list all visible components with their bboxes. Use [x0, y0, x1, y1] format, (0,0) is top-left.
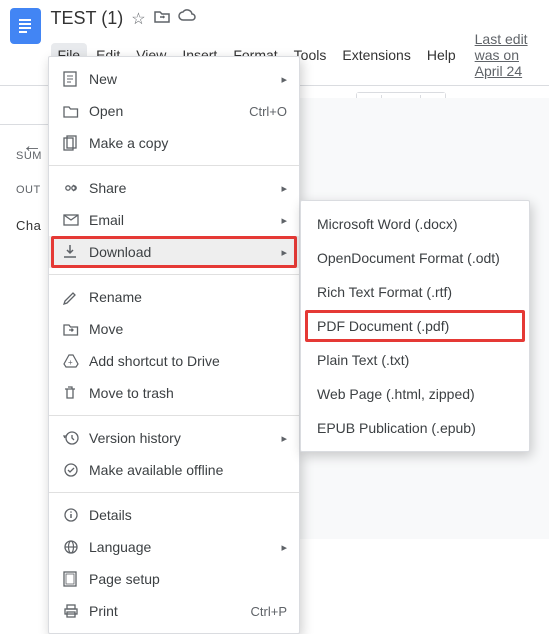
- submenu-label: Web Page (.html, zipped): [317, 386, 475, 402]
- star-icon[interactable]: ☆: [131, 9, 145, 29]
- move-icon: [63, 322, 89, 336]
- menu-label: Move to trash: [89, 385, 287, 401]
- print-icon: [63, 603, 89, 619]
- menu-item-trash[interactable]: Move to trash: [49, 377, 299, 409]
- menu-item-share[interactable]: Share ▸: [49, 172, 299, 204]
- submenu-label: Microsoft Word (.docx): [317, 216, 458, 232]
- menu-label: Rename: [89, 289, 287, 305]
- menu-item-open[interactable]: Open Ctrl+O: [49, 95, 299, 127]
- submenu-arrow-icon: ▸: [281, 541, 287, 554]
- submenu-label: PDF Document (.pdf): [317, 318, 449, 334]
- submenu-item-txt[interactable]: Plain Text (.txt): [301, 343, 529, 377]
- menu-label: Language: [89, 539, 281, 555]
- submenu-label: EPUB Publication (.epub): [317, 420, 476, 436]
- submenu-item-rtf[interactable]: Rich Text Format (.rtf): [301, 275, 529, 309]
- doc-title[interactable]: TEST (1): [51, 8, 124, 29]
- menu-separator: [49, 165, 299, 166]
- menu-extensions[interactable]: Extensions: [335, 43, 417, 67]
- menu-item-add-shortcut[interactable]: + Add shortcut to Drive: [49, 345, 299, 377]
- menu-item-offline[interactable]: Make available offline: [49, 454, 299, 486]
- menu-separator: [49, 492, 299, 493]
- folder-open-icon: [63, 104, 89, 118]
- menu-item-make-copy[interactable]: Make a copy: [49, 127, 299, 159]
- menu-separator: [49, 274, 299, 275]
- move-folder-icon[interactable]: [154, 9, 170, 29]
- menu-item-rename[interactable]: Rename: [49, 281, 299, 313]
- submenu-arrow-icon: ▸: [281, 73, 287, 86]
- submenu-label: Rich Text Format (.rtf): [317, 284, 452, 300]
- menu-item-new[interactable]: New ▸: [49, 63, 299, 95]
- summary-label: SUM: [16, 150, 42, 162]
- menu-item-email[interactable]: Email ▸: [49, 204, 299, 236]
- menu-label: Download: [89, 244, 281, 260]
- menu-label: Open: [89, 103, 249, 119]
- download-icon: [63, 244, 89, 260]
- file-menu-dropdown: New ▸ Open Ctrl+O Make a copy Share ▸ Em…: [48, 56, 300, 634]
- shortcut-label: Ctrl+O: [249, 104, 287, 119]
- download-submenu: Microsoft Word (.docx) OpenDocument Form…: [300, 200, 530, 452]
- globe-icon: [63, 539, 89, 555]
- drive-shortcut-icon: +: [63, 354, 89, 368]
- menu-label: Add shortcut to Drive: [89, 353, 287, 369]
- menu-help[interactable]: Help: [420, 43, 463, 67]
- menu-item-language[interactable]: Language ▸: [49, 531, 299, 563]
- cloud-status-icon[interactable]: [178, 9, 196, 29]
- menu-label: New: [89, 71, 281, 87]
- rename-icon: [63, 290, 89, 305]
- menu-label: Make a copy: [89, 135, 287, 151]
- menu-label: Email: [89, 212, 281, 228]
- history-icon: [63, 430, 89, 446]
- submenu-arrow-icon: ▸: [281, 214, 287, 227]
- copy-icon: [63, 135, 89, 151]
- share-icon: [63, 181, 89, 195]
- menu-item-download[interactable]: Download ▸: [49, 236, 299, 268]
- outline-item[interactable]: Cha: [16, 218, 42, 233]
- new-doc-icon: [63, 71, 89, 87]
- menu-separator: [49, 415, 299, 416]
- submenu-item-docx[interactable]: Microsoft Word (.docx): [301, 207, 529, 241]
- menu-label: Version history: [89, 430, 281, 446]
- submenu-item-odt[interactable]: OpenDocument Format (.odt): [301, 241, 529, 275]
- submenu-arrow-icon: ▸: [281, 246, 287, 259]
- docs-logo[interactable]: [10, 8, 41, 44]
- submenu-item-pdf[interactable]: PDF Document (.pdf): [301, 309, 529, 343]
- submenu-arrow-icon: ▸: [281, 182, 287, 195]
- menu-label: Print: [89, 603, 251, 619]
- submenu-item-html[interactable]: Web Page (.html, zipped): [301, 377, 529, 411]
- menu-item-print[interactable]: Print Ctrl+P: [49, 595, 299, 627]
- trash-icon: [63, 385, 89, 401]
- menu-label: Details: [89, 507, 287, 523]
- menu-label: Share: [89, 180, 281, 196]
- submenu-label: Plain Text (.txt): [317, 352, 409, 368]
- menu-label: Page setup: [89, 571, 287, 587]
- menu-item-version-history[interactable]: Version history ▸: [49, 422, 299, 454]
- page-setup-icon: [63, 571, 89, 587]
- menu-item-move[interactable]: Move: [49, 313, 299, 345]
- email-icon: [63, 214, 89, 226]
- menu-item-page-setup[interactable]: Page setup: [49, 563, 299, 595]
- outline-label: OUT: [16, 184, 42, 196]
- menu-label: Make available offline: [89, 462, 287, 478]
- shortcut-label: Ctrl+P: [251, 604, 287, 619]
- menu-item-details[interactable]: Details: [49, 499, 299, 531]
- info-icon: [63, 507, 89, 523]
- submenu-item-epub[interactable]: EPUB Publication (.epub): [301, 411, 529, 445]
- submenu-label: OpenDocument Format (.odt): [317, 250, 500, 266]
- submenu-arrow-icon: ▸: [281, 432, 287, 445]
- svg-text:+: +: [68, 358, 73, 367]
- offline-icon: [63, 462, 89, 478]
- last-edit-link[interactable]: Last edit was on April 24: [475, 31, 539, 79]
- menu-label: Move: [89, 321, 287, 337]
